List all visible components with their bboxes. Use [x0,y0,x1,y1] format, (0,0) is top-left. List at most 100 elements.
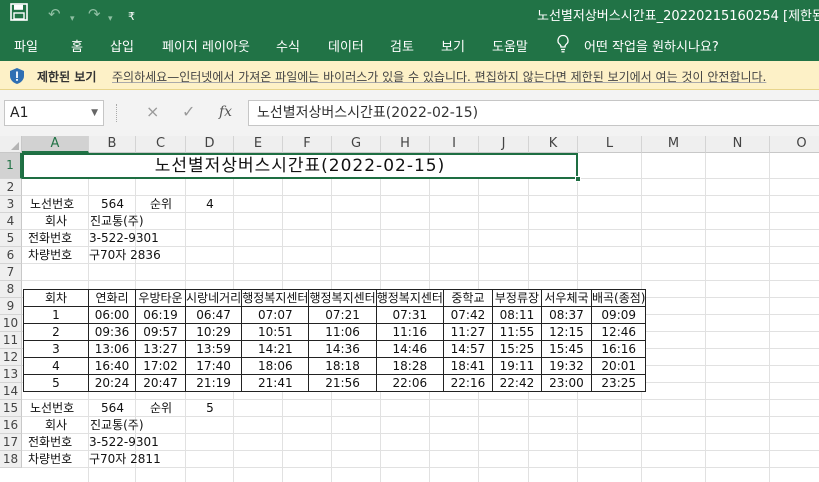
company-value[interactable]: 진교통(주) [88,417,178,434]
worksheet-grid[interactable]: A B C D E F G H I J K L M N O 1 2 3 4 5 … [0,136,819,482]
select-all-button[interactable] [0,136,22,153]
table-header-cell[interactable]: 중학교 [442,289,493,307]
row-header-1[interactable]: 1 [0,153,22,179]
tab-help[interactable]: 도움말 [492,36,528,55]
cancel-icon[interactable]: × [146,102,159,122]
table-header-cell[interactable]: 서우체국 [540,289,592,307]
table-cell[interactable]: 13:06 [88,340,136,358]
table-cell[interactable]: 10:51 [241,323,310,341]
row-header-14[interactable]: 14 [0,383,22,400]
fill-handle[interactable] [575,176,581,182]
rank-value[interactable]: 4 [186,196,234,213]
table-cell[interactable]: 12:15 [540,323,592,341]
vehicle-label[interactable]: 차량번호 [26,451,88,468]
column-header-e[interactable]: E [234,136,283,153]
table-header-cell[interactable]: 배곡(종점) [590,289,647,307]
table-cell[interactable]: 20:24 [88,374,136,392]
column-header-k[interactable]: K [529,136,578,153]
row-header-18[interactable]: 18 [0,451,22,468]
table-cell[interactable]: 18:06 [241,357,310,375]
column-header-j[interactable]: J [479,136,529,153]
table-cell[interactable]: 18:18 [308,357,377,375]
table-cell[interactable]: 21:41 [241,374,310,392]
tab-review[interactable]: 검토 [390,36,414,55]
column-header-d[interactable]: D [186,136,234,153]
row-header-17[interactable]: 17 [0,434,22,451]
table-cell[interactable]: 19:32 [540,357,592,375]
table-header-cell[interactable]: 우방타운 [135,289,186,307]
row-header-8[interactable]: 8 [0,281,22,298]
phone-value[interactable]: 3-522-9301 [87,434,177,451]
table-cell[interactable]: 09:09 [590,306,647,324]
undo-icon[interactable]: ↶ [48,4,61,24]
table-cell[interactable]: 20:47 [135,374,186,392]
route-label[interactable]: 노선번호 [28,400,88,417]
table-cell[interactable]: 08:37 [540,306,592,324]
table-cell[interactable]: 22:42 [491,374,542,392]
row-header-10[interactable]: 10 [0,315,22,332]
table-cell[interactable]: 14:57 [442,340,493,358]
tab-page-layout[interactable]: 페이지 레이아웃 [162,36,250,55]
row-header-13[interactable]: 13 [0,366,22,383]
table-cell[interactable]: 06:00 [88,306,136,324]
table-header-cell[interactable]: 연화리 [88,289,136,307]
row-header-3[interactable]: 3 [0,196,22,213]
redo-icon[interactable]: ↷ [88,4,101,24]
rank-label[interactable]: 순위 [136,196,186,213]
column-header-a[interactable]: A [22,136,89,153]
phone-label[interactable]: 전화번호 [26,230,88,247]
column-header-m[interactable]: M [642,136,706,153]
table-cell[interactable]: 23:25 [590,374,647,392]
row-header-9[interactable]: 9 [0,298,22,315]
rank-value[interactable]: 5 [186,400,234,417]
table-cell[interactable]: 16:16 [590,340,647,358]
table-cell[interactable]: 1 [23,306,89,324]
tab-formulas[interactable]: 수식 [276,36,300,55]
route-value[interactable]: 564 [89,400,136,417]
title-cell[interactable]: 노선별저상버스시간표(2022-02-15) [22,153,578,179]
table-cell[interactable]: 21:19 [184,374,243,392]
table-cell[interactable]: 4 [23,357,89,375]
table-cell[interactable]: 13:27 [135,340,186,358]
column-header-h[interactable]: H [381,136,430,153]
table-cell[interactable]: 22:16 [442,374,493,392]
enter-icon[interactable]: ✓ [182,102,195,122]
table-cell[interactable]: 11:27 [442,323,493,341]
route-value[interactable]: 564 [89,196,136,213]
vehicle-label[interactable]: 차량번호 [26,247,88,264]
table-cell[interactable]: 07:21 [308,306,377,324]
table-cell[interactable]: 06:47 [184,306,243,324]
route-label[interactable]: 노선번호 [28,196,88,213]
column-header-i[interactable]: I [430,136,479,153]
insert-function-icon[interactable]: fx [219,102,232,122]
row-header-15[interactable]: 15 [0,400,22,417]
table-header-cell[interactable]: 회차 [23,289,89,307]
table-header-cell[interactable]: 행정복지센터 [375,289,444,307]
phone-value[interactable]: 3-522-9301 [87,230,177,247]
table-cell[interactable]: 21:56 [308,374,377,392]
table-cell[interactable]: 08:11 [491,306,542,324]
protected-view-message[interactable]: 주의하세요—인터넷에서 가져온 파일에는 바이러스가 있을 수 있습니다. 편집… [112,68,766,85]
table-cell[interactable]: 17:02 [135,357,186,375]
chevron-down-icon[interactable]: ▼ [91,101,98,125]
row-header-11[interactable]: 11 [0,332,22,349]
undo-dropdown-icon[interactable]: ▾ [70,9,75,29]
tab-file[interactable]: 파일 [14,36,38,55]
table-cell[interactable]: 23:00 [540,374,592,392]
table-cell[interactable]: 2 [23,323,89,341]
table-cell[interactable]: 15:45 [540,340,592,358]
table-cell[interactable]: 09:36 [88,323,136,341]
column-header-o[interactable]: O [770,136,819,153]
table-cell[interactable]: 11:06 [308,323,377,341]
table-cell[interactable]: 12:46 [590,323,647,341]
column-header-l[interactable]: L [578,136,642,153]
table-cell[interactable]: 09:57 [135,323,186,341]
name-box[interactable]: A1 ▼ [4,100,104,126]
table-cell[interactable]: 13:59 [184,340,243,358]
table-cell[interactable]: 18:41 [442,357,493,375]
rank-label[interactable]: 순위 [136,400,186,417]
table-cell[interactable]: 14:36 [308,340,377,358]
table-cell[interactable]: 18:28 [375,357,444,375]
table-cell[interactable]: 22:06 [375,374,444,392]
company-value[interactable]: 진교통(주) [88,213,178,230]
